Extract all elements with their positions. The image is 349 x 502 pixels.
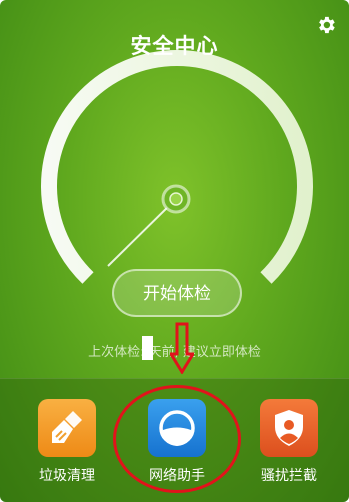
tool-label: 网络助手 [149,468,205,484]
tools-bar: 垃圾清理 网络助手 骚扰拦截 [0,378,349,502]
tool-label: 垃圾清理 [39,468,95,484]
tool-harassment-block[interactable]: 骚扰拦截 [239,399,339,485]
shield-person-icon [260,399,318,457]
last-check-text: 上次体检: 天前, 建议立即体检 [88,345,261,360]
tool-network-assistant[interactable]: 网络助手 [127,399,227,485]
redaction-mark [142,336,153,360]
tool-label: 骚扰拦截 [261,468,317,484]
page-title: 安全中心 [130,34,219,58]
broom-icon [38,399,96,457]
security-center-screen: 安全中心 开始体检 上次体检: 天前, 建议立即体检 垃圾清理 网络助手 骚扰拦… [0,0,349,502]
network-assistant-icon [148,399,206,457]
gauge-arc [41,50,313,284]
tool-junk-clean[interactable]: 垃圾清理 [17,399,117,485]
start-check-button[interactable]: 开始体检 [112,269,242,317]
